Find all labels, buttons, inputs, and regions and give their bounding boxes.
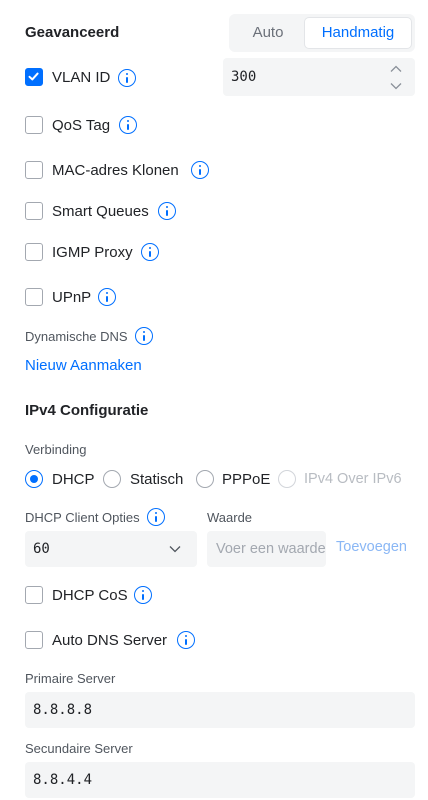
info-icon[interactable] xyxy=(158,202,176,220)
dhcp-option-select[interactable]: 60 xyxy=(25,531,197,567)
radio-static-label: Statisch xyxy=(130,471,184,488)
info-icon[interactable] xyxy=(118,69,136,87)
info-icon[interactable] xyxy=(147,508,165,526)
primary-server-label: Primaire Server xyxy=(25,671,116,686)
primary-server-input[interactable]: 8.8.8.8 xyxy=(25,692,415,728)
create-new-link[interactable]: Nieuw Aanmaken xyxy=(25,357,142,374)
primary-server-value: 8.8.8.8 xyxy=(33,702,93,718)
igmp-proxy-checkbox[interactable] xyxy=(25,243,43,261)
info-icon[interactable] xyxy=(134,586,152,604)
igmp-proxy-label: IGMP Proxy xyxy=(52,244,133,261)
auto-dns-label: Auto DNS Server xyxy=(52,632,168,649)
info-icon[interactable] xyxy=(177,631,195,649)
radio-pppoe[interactable] xyxy=(196,470,214,488)
dhcp-cos-checkbox[interactable] xyxy=(25,586,43,604)
vlan-id-checkbox[interactable] xyxy=(25,68,43,86)
vlan-id-label: VLAN ID xyxy=(52,69,111,86)
add-button[interactable]: Toevoegen xyxy=(336,539,407,555)
vlan-id-input[interactable]: 300 xyxy=(223,58,415,96)
section-title-advanced: Geavanceerd xyxy=(25,24,120,41)
value-input[interactable]: Voer een waarde in xyxy=(207,531,326,567)
upnp-label: UPnP xyxy=(52,289,92,306)
info-icon[interactable] xyxy=(191,161,209,179)
auto-dns-checkbox[interactable] xyxy=(25,631,43,649)
vlan-id-value: 300 xyxy=(231,69,257,85)
info-icon[interactable] xyxy=(119,116,137,134)
smart-queues-checkbox[interactable] xyxy=(25,202,43,220)
radio-static[interactable] xyxy=(103,470,121,488)
secondary-server-label: Secundaire Server xyxy=(25,741,133,756)
info-icon[interactable] xyxy=(98,288,116,306)
chevron-down-icon[interactable] xyxy=(389,82,403,90)
upnp-checkbox[interactable] xyxy=(25,288,43,306)
dhcp-option-value: 60 xyxy=(33,541,50,557)
radio-dhcp[interactable] xyxy=(25,470,43,488)
secondary-server-value: 8.8.4.4 xyxy=(33,772,93,788)
mode-auto-button[interactable]: Auto xyxy=(233,18,303,48)
mode-manual-button[interactable]: Handmatig xyxy=(305,18,411,48)
radio-dhcp-label: DHCP xyxy=(52,471,95,488)
value-input-placeholder: Voer een waarde in xyxy=(216,541,326,557)
smart-queues-label: Smart Queues xyxy=(52,203,149,220)
info-icon[interactable] xyxy=(135,327,153,345)
dynamic-dns-label: Dynamische DNS xyxy=(25,329,128,344)
qos-tag-checkbox[interactable] xyxy=(25,116,43,134)
dhcp-cos-label: DHCP CoS xyxy=(52,587,128,604)
info-icon[interactable] xyxy=(141,243,159,261)
chevron-up-icon[interactable] xyxy=(389,65,403,73)
radio-ipv4-over-ipv6-label: IPv4 Over IPv6 xyxy=(304,471,402,487)
mac-clone-label: MAC-adres Klonen xyxy=(52,162,179,179)
radio-pppoe-label: PPPoE xyxy=(222,471,271,488)
secondary-server-input[interactable]: 8.8.4.4 xyxy=(25,762,415,798)
mac-clone-checkbox[interactable] xyxy=(25,161,43,179)
connection-label: Verbinding xyxy=(25,442,87,457)
value-label: Waarde xyxy=(207,510,253,525)
mode-toggle: Auto Handmatig xyxy=(229,14,415,52)
section-title-ipv4: IPv4 Configuratie xyxy=(25,402,149,419)
chevron-down-icon xyxy=(169,546,181,553)
radio-ipv4-over-ipv6 xyxy=(278,470,296,488)
qos-tag-label: QoS Tag xyxy=(52,117,111,134)
checkmark-icon xyxy=(28,72,39,81)
dhcp-client-options-label: DHCP Client Opties xyxy=(25,510,140,525)
